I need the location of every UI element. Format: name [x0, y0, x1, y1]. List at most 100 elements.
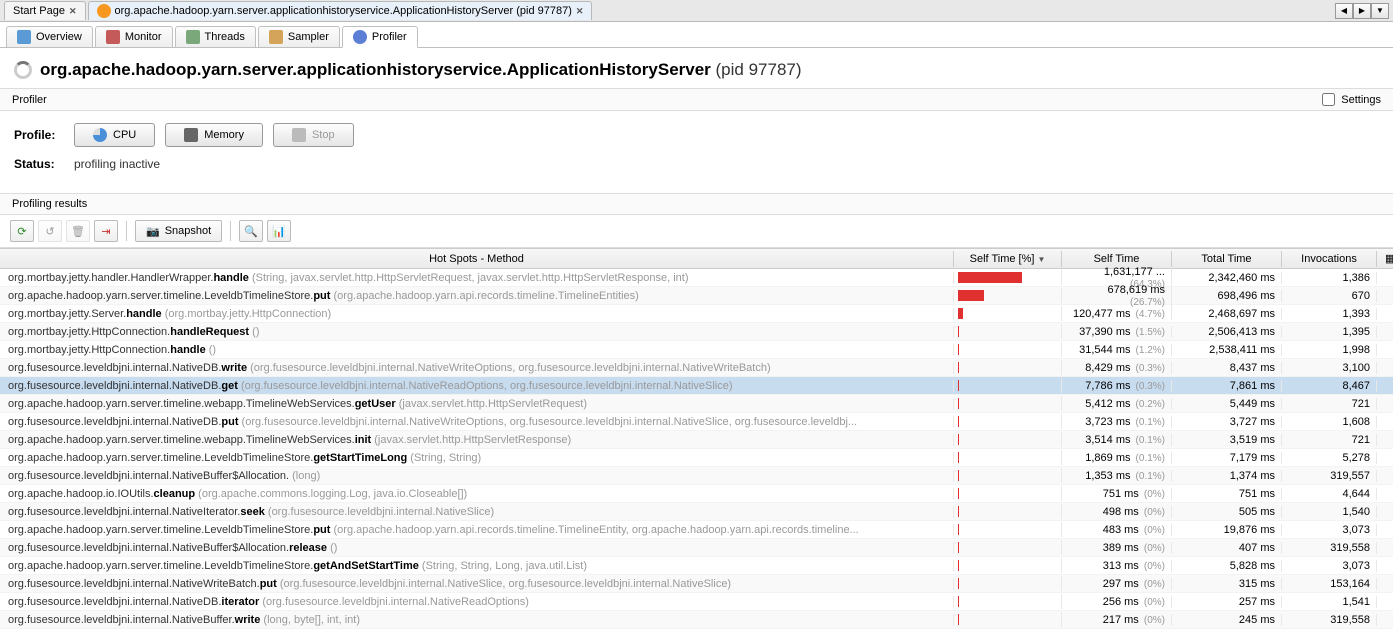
cell-selftime: 678,619 ms (26.7%)	[1062, 284, 1172, 308]
view2-button[interactable]: 📊	[267, 220, 291, 242]
cell-bar	[954, 270, 1062, 285]
table-row[interactable]: org.fusesource.leveldbjni.internal.Nativ…	[0, 413, 1393, 431]
status-label: Status:	[14, 157, 64, 171]
col-selftime-pct[interactable]: Self Time [%]▼	[954, 251, 1062, 267]
stop-button: Stop	[273, 123, 354, 147]
table-row[interactable]: org.apache.hadoop.yarn.server.timeline.w…	[0, 431, 1393, 449]
cell-invocations: 1,393	[1282, 308, 1377, 320]
cell-method: org.fusesource.leveldbjni.internal.Nativ…	[0, 470, 954, 482]
table-row[interactable]: org.mortbay.jetty.HttpConnection.handleR…	[0, 323, 1393, 341]
tab-monitor[interactable]: Monitor	[95, 26, 173, 47]
cell-bar	[954, 504, 1062, 519]
table-row[interactable]: org.fusesource.leveldbjni.internal.Nativ…	[0, 467, 1393, 485]
nav-left-icon[interactable]: ◀	[1335, 3, 1353, 19]
tab-start-page[interactable]: Start Page ✕	[4, 1, 86, 20]
table-row[interactable]: org.fusesource.leveldbjni.internal.Nativ…	[0, 359, 1393, 377]
col-totaltime[interactable]: Total Time	[1172, 251, 1282, 267]
close-icon[interactable]: ✕	[576, 6, 584, 17]
cell-totaltime: 315 ms	[1172, 578, 1282, 590]
table-row[interactable]: org.fusesource.leveldbjni.internal.Nativ…	[0, 377, 1393, 395]
table-row[interactable]: org.apache.hadoop.yarn.server.timeline.L…	[0, 557, 1393, 575]
page-title-pid: (pid 97787)	[711, 60, 802, 79]
cell-selftime: 7,786 ms (0.3%)	[1062, 380, 1172, 392]
sampler-icon	[269, 30, 283, 44]
snapshot-button[interactable]: 📷Snapshot	[135, 220, 222, 242]
table-row[interactable]: org.fusesource.leveldbjni.internal.Nativ…	[0, 503, 1393, 521]
memory-button[interactable]: Memory	[165, 123, 263, 147]
sub-tab-strip: Overview Monitor Threads Sampler Profile…	[0, 22, 1393, 48]
cell-method: org.apache.hadoop.yarn.server.timeline.w…	[0, 398, 954, 410]
camera-icon: 📷	[146, 225, 160, 238]
cell-method: org.fusesource.leveldbjni.internal.Nativ…	[0, 416, 954, 428]
tab-overview-label: Overview	[36, 31, 82, 43]
col-selftime[interactable]: Self Time	[1062, 251, 1172, 267]
refresh-button[interactable]: ⟳	[10, 220, 34, 242]
cell-invocations: 8,467	[1282, 380, 1377, 392]
tab-nav-arrows: ◀ ▶ ▼	[1335, 3, 1389, 19]
tab-app[interactable]: org.apache.hadoop.yarn.server.applicatio…	[88, 1, 593, 20]
cell-invocations: 721	[1282, 434, 1377, 446]
cell-selftime: 498 ms (0%)	[1062, 506, 1172, 518]
cell-totaltime: 3,727 ms	[1172, 416, 1282, 428]
profile-controls: Profile: CPU Memory Stop Status: profili…	[0, 111, 1393, 193]
cell-method: org.apache.hadoop.yarn.server.timeline.L…	[0, 452, 954, 464]
tab-profiler[interactable]: Profiler	[342, 26, 418, 48]
cell-invocations: 1,541	[1282, 596, 1377, 608]
cell-method: org.apache.hadoop.yarn.server.timeline.L…	[0, 560, 954, 572]
table-row[interactable]: org.fusesource.leveldbjni.internal.Nativ…	[0, 593, 1393, 611]
cell-method: org.fusesource.leveldbjni.internal.Nativ…	[0, 380, 954, 392]
nav-dropdown-icon[interactable]: ▼	[1371, 3, 1389, 19]
table-row[interactable]: org.apache.hadoop.yarn.server.timeline.L…	[0, 287, 1393, 305]
table-row[interactable]: org.mortbay.jetty.HttpConnection.handle …	[0, 341, 1393, 359]
cell-selftime: 37,390 ms (1.5%)	[1062, 326, 1172, 338]
cell-invocations: 1,386	[1282, 272, 1377, 284]
status-value: profiling inactive	[74, 157, 160, 171]
cell-invocations: 721	[1282, 398, 1377, 410]
settings-label: Settings	[1341, 94, 1381, 106]
export-button[interactable]: ⇥	[94, 220, 118, 242]
cell-selftime: 483 ms (0%)	[1062, 524, 1172, 536]
settings-checkbox[interactable]	[1322, 93, 1335, 106]
cell-invocations: 1,540	[1282, 506, 1377, 518]
cell-bar	[954, 612, 1062, 627]
col-invocations[interactable]: Invocations	[1282, 251, 1377, 267]
tab-threads[interactable]: Threads	[175, 26, 256, 47]
cell-selftime: 751 ms (0%)	[1062, 488, 1172, 500]
table-row[interactable]: org.apache.hadoop.yarn.server.timeline.w…	[0, 395, 1393, 413]
cell-totaltime: 257 ms	[1172, 596, 1282, 608]
close-icon[interactable]: ✕	[69, 6, 77, 17]
cell-totaltime: 7,861 ms	[1172, 380, 1282, 392]
table-row[interactable]: org.fusesource.leveldbjni.internal.Nativ…	[0, 611, 1393, 629]
cell-method: org.fusesource.leveldbjni.internal.Nativ…	[0, 614, 954, 626]
table-row[interactable]: org.apache.hadoop.yarn.server.timeline.L…	[0, 449, 1393, 467]
cell-bar	[954, 468, 1062, 483]
memory-icon	[184, 128, 198, 142]
cell-bar	[954, 432, 1062, 447]
cell-totaltime: 505 ms	[1172, 506, 1282, 518]
table-row[interactable]: org.apache.hadoop.io.IOUtils.cleanup (or…	[0, 485, 1393, 503]
settings-toggle[interactable]: Settings	[1322, 93, 1381, 106]
nav-right-icon[interactable]: ▶	[1353, 3, 1371, 19]
tab-overview[interactable]: Overview	[6, 26, 93, 47]
overview-icon	[17, 30, 31, 44]
cell-totaltime: 2,342,460 ms	[1172, 272, 1282, 284]
cell-selftime: 1,869 ms (0.1%)	[1062, 452, 1172, 464]
table-row[interactable]: org.mortbay.jetty.Server.handle (org.mor…	[0, 305, 1393, 323]
profiler-bar-label: Profiler	[12, 94, 47, 106]
cell-selftime: 8,429 ms (0.3%)	[1062, 362, 1172, 374]
reset-button: ↺	[38, 220, 62, 242]
cell-bar	[954, 324, 1062, 339]
table-row[interactable]: org.apache.hadoop.yarn.server.timeline.L…	[0, 521, 1393, 539]
table-row[interactable]: org.fusesource.leveldbjni.internal.Nativ…	[0, 539, 1393, 557]
col-method[interactable]: Hot Spots - Method	[0, 251, 954, 267]
col-scroll[interactable]: ▦	[1377, 250, 1393, 267]
table-row[interactable]: org.mortbay.jetty.handler.HandlerWrapper…	[0, 269, 1393, 287]
cell-invocations: 319,558	[1282, 614, 1377, 626]
view1-button[interactable]: 🔍	[239, 220, 263, 242]
tab-sampler[interactable]: Sampler	[258, 26, 340, 47]
tab-sampler-label: Sampler	[288, 31, 329, 43]
tab-threads-label: Threads	[205, 31, 245, 43]
table-row[interactable]: org.fusesource.leveldbjni.internal.Nativ…	[0, 575, 1393, 593]
cell-totaltime: 8,437 ms	[1172, 362, 1282, 374]
cpu-button[interactable]: CPU	[74, 123, 155, 147]
